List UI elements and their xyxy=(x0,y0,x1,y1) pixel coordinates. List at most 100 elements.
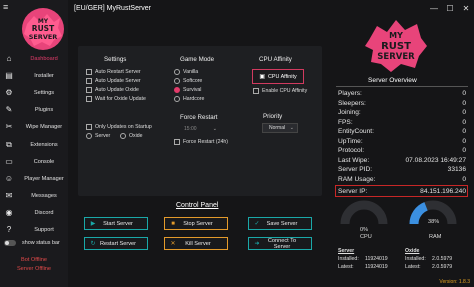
game-mode-softcore-radio[interactable]: Softcore xyxy=(174,78,202,84)
play-icon: ▶ xyxy=(90,221,96,227)
sidebar-item-label: Wipe Manager xyxy=(25,124,63,131)
force-restart-24h-checkbox[interactable]: Force Restart (24h) xyxy=(174,139,228,145)
support-icon: ? xyxy=(6,225,12,235)
sidebar-item-messages[interactable]: ✉ Messages xyxy=(0,188,68,205)
oxide-installed-value: 2.0.5979 xyxy=(432,256,453,262)
restart-icon: ↻ xyxy=(90,241,96,247)
update-server-radio[interactable]: Server xyxy=(86,133,110,139)
overview-row-uptime: UpTime: 0 xyxy=(338,137,466,145)
sidebar-item-wipe-manager[interactable]: ✂ Wipe Manager xyxy=(0,119,68,136)
start-server-button[interactable]: ▶ Start Server xyxy=(84,217,148,230)
sidebar-item-label: Extensions xyxy=(30,141,58,148)
server-version-header: Server xyxy=(338,248,355,254)
game-mode-title: Game Mode xyxy=(180,56,215,63)
checkbox-box xyxy=(86,124,92,130)
sidebar-item-extensions[interactable]: ⧉ Extensions xyxy=(0,136,68,153)
bot-status: Bot Offline xyxy=(20,257,48,263)
server-latest-value: 11924019 xyxy=(365,264,388,270)
checkbox-box xyxy=(253,88,259,94)
checkbox-box xyxy=(86,96,92,102)
cpu-affinity-title: CPU Affinity xyxy=(259,56,292,63)
only-updates-on-startup-checkbox[interactable]: Only Updates on Startup xyxy=(86,124,152,130)
sidebar-item-label: Player Manager xyxy=(24,175,64,182)
restart-server-button[interactable]: ↻ Restart Server xyxy=(84,237,148,250)
server-overview-title: Server Overview xyxy=(368,77,417,84)
overview-row-sleepers: Sleepers: 0 xyxy=(338,99,466,107)
svg-text:SERVER: SERVER xyxy=(29,33,58,41)
svg-text:RUST: RUST xyxy=(381,41,411,52)
radio-circle xyxy=(120,133,126,139)
connect-icon: ➜ xyxy=(254,241,260,247)
cpu-gauge-label: CPU xyxy=(360,234,372,240)
svg-text:MY: MY xyxy=(389,31,403,40)
auto-update-oxide-checkbox[interactable]: Auto Update Oxide xyxy=(86,87,139,93)
window-controls: — ☐ ✕ xyxy=(426,0,474,16)
app-window: ≡ MY RUST SERVER ⌂ Dashboard ▤ Installer… xyxy=(0,0,474,287)
overview-row-server-ip: Server IP: 84.151.196.240 xyxy=(338,187,466,195)
oxide-latest-value: 2.0.5979 xyxy=(432,264,453,270)
sidebar-item-settings[interactable]: ⚙ Settings xyxy=(0,84,68,101)
stop-server-button[interactable]: ■ Stop Server xyxy=(164,217,228,230)
sidebar-item-support[interactable]: ? Support xyxy=(0,222,68,239)
sidebar-item-label: Messages xyxy=(31,193,57,200)
sidebar-item-installer[interactable]: ▤ Installer xyxy=(0,67,68,84)
server-status: Server Offline xyxy=(16,266,52,272)
server-installed-value: 11924019 xyxy=(365,256,388,262)
wipe-icon: ✂ xyxy=(5,122,13,132)
sidebar-item-label: Console xyxy=(33,158,55,165)
enable-cpu-affinity-checkbox[interactable]: Enable CPU Affinity xyxy=(253,88,307,94)
close-button[interactable]: ✕ xyxy=(458,0,474,16)
overview-row-entitycount: EntityCount: 0 xyxy=(338,128,466,136)
radio-circle xyxy=(86,133,92,139)
cpu-affinity-button[interactable]: ▣ CPU Affinity xyxy=(252,69,304,84)
auto-restart-server-checkbox[interactable]: Auto Restart Server xyxy=(86,69,141,75)
extensions-icon: ⧉ xyxy=(6,139,12,149)
stop-icon: ■ xyxy=(171,220,175,227)
server-latest-label: Latest: xyxy=(338,264,354,270)
show-status-bar-toggle[interactable] xyxy=(4,240,16,246)
minimize-button[interactable]: — xyxy=(426,0,442,16)
sidebar-item-label: Dashboard xyxy=(30,55,58,62)
kill-server-button[interactable]: ✕ Kill Server xyxy=(164,237,228,250)
sidebar-item-plugins[interactable]: ✎ Plugins xyxy=(0,102,68,119)
force-restart-time-select[interactable]: 15:00 ⌄ xyxy=(178,124,220,134)
sidebar-item-label: Plugins xyxy=(34,107,54,114)
radio-circle xyxy=(174,69,180,75)
user-icon: ☺ xyxy=(4,173,14,183)
oxide-latest-label: Latest: xyxy=(405,264,421,270)
svg-text:RUST: RUST xyxy=(32,24,55,33)
save-icon: ✓ xyxy=(254,221,260,227)
radio-circle xyxy=(174,96,180,102)
sidebar-item-dashboard[interactable]: ⌂ Dashboard xyxy=(0,50,68,67)
svg-text:SERVER: SERVER xyxy=(377,52,415,62)
overview-row-fps: FPS: 0 xyxy=(338,118,466,126)
window-title: [EU/GER] MyRustServer xyxy=(74,4,152,12)
cpu-gauge xyxy=(340,200,388,225)
sidebar-item-discord[interactable]: ◉ Discord xyxy=(0,205,68,222)
auto-update-server-checkbox[interactable]: Auto Update Server xyxy=(86,78,141,84)
ram-gauge-label: RAM xyxy=(429,234,442,240)
app-version[interactable]: Version: 1.8.3 xyxy=(439,279,470,285)
game-mode-hardcore-radio[interactable]: Hardcore xyxy=(174,96,204,102)
gear-icon: ⚙ xyxy=(5,87,13,97)
hamburger-menu-icon[interactable]: ≡ xyxy=(3,2,13,12)
priority-select[interactable]: Normal ⌄ xyxy=(262,123,298,133)
game-mode-survival-radio[interactable]: Survival xyxy=(174,87,201,93)
overview-row-last-wipe: Last Wipe: 07.08.2023 16:49:27 xyxy=(338,156,466,164)
maximize-button[interactable]: ☐ xyxy=(442,0,458,16)
priority-title: Priority xyxy=(263,113,283,120)
wait-for-oxide-update-checkbox[interactable]: Wait for Oxide Update xyxy=(86,96,146,102)
home-icon: ⌂ xyxy=(6,53,12,63)
update-oxide-radio[interactable]: Oxide xyxy=(120,133,143,139)
overview-row-ram-usage: RAM Usage: 0 xyxy=(338,175,466,183)
discord-icon: ◉ xyxy=(5,208,13,218)
cpu-gauge-value: 0% xyxy=(360,227,369,233)
game-mode-vanilla-radio[interactable]: Vanilla xyxy=(174,69,198,75)
connect-to-server-button[interactable]: ➜ Connect To Server xyxy=(248,237,312,250)
oxide-installed-label: Installed: xyxy=(405,256,426,262)
radio-circle xyxy=(174,78,180,84)
sidebar-item-player-manager[interactable]: ☺ Player Manager xyxy=(0,170,68,187)
save-server-button[interactable]: ✓ Save Server xyxy=(248,217,312,230)
sidebar-item-console[interactable]: ▭ Console xyxy=(0,153,68,170)
installer-icon: ▤ xyxy=(5,70,13,80)
